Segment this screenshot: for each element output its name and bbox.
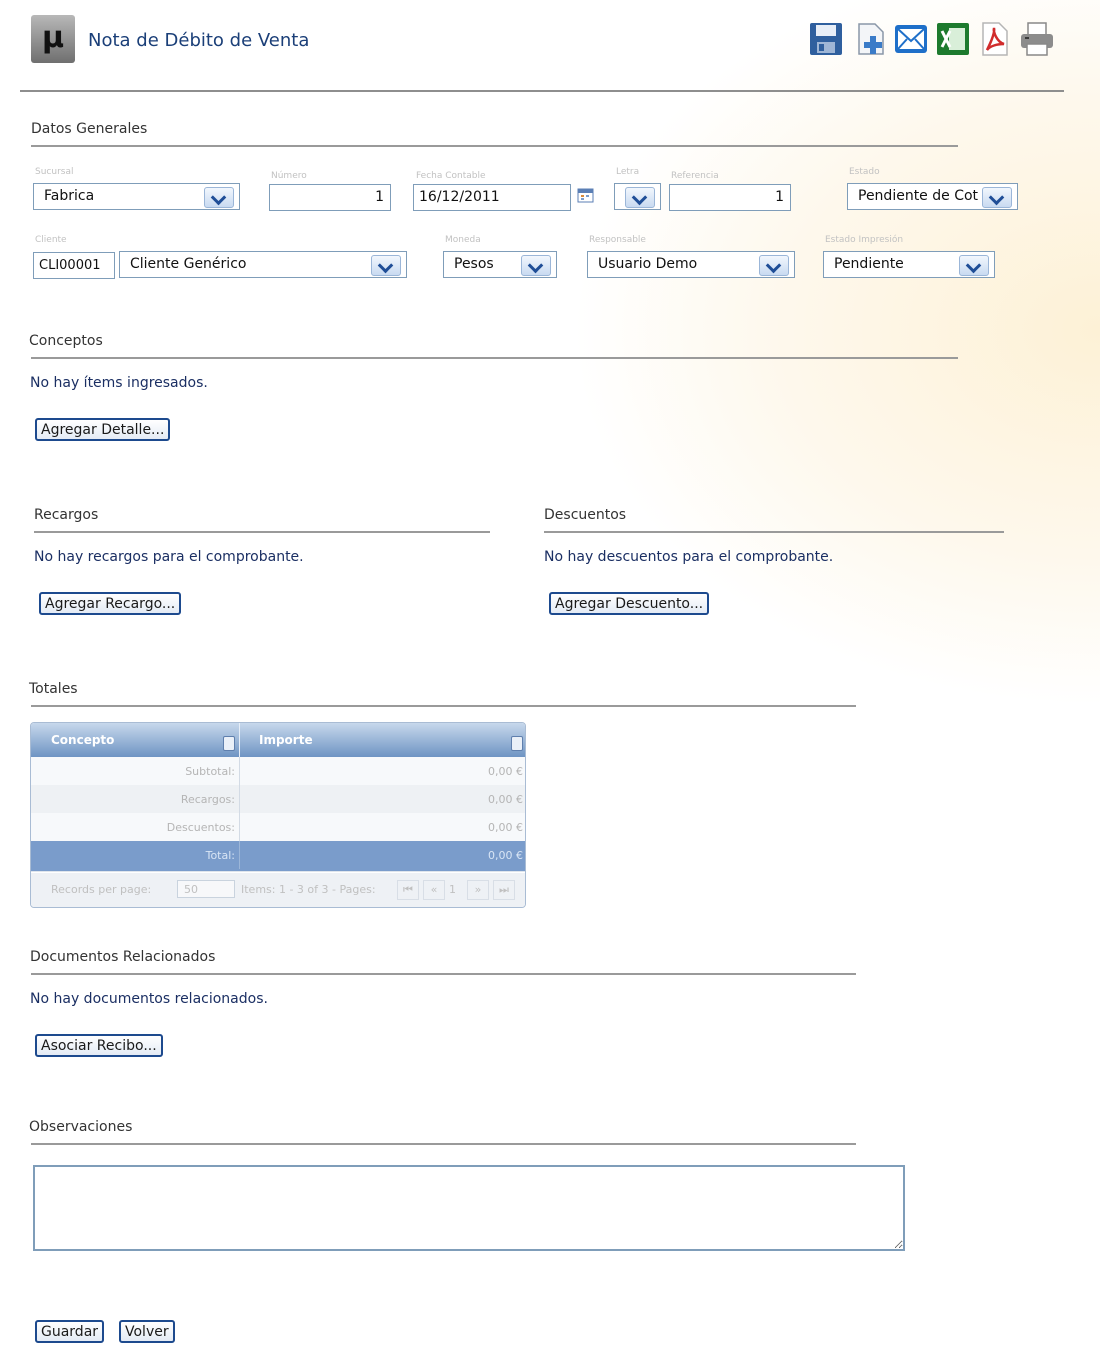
column-header-importe[interactable]: Importe xyxy=(259,733,313,747)
chevron-down-icon[interactable] xyxy=(521,255,551,276)
agregar-recargo-button[interactable]: Agregar Recargo... xyxy=(39,592,182,615)
estado-select[interactable]: Pendiente de Cot xyxy=(847,183,1018,210)
grid-pager: Records per page: 50 Items: 1 - 3 of 3 -… xyxy=(31,873,525,907)
section-title-descuentos: Descuentos xyxy=(544,507,627,523)
responsable-value: Usuario Demo xyxy=(598,256,698,272)
next-page-icon[interactable]: » xyxy=(467,880,489,900)
row-importe: 0,00 € xyxy=(488,793,523,806)
table-row[interactable]: Subtotal: 0,00 € xyxy=(31,757,525,786)
table-row[interactable]: Recargos: 0,00 € xyxy=(31,785,525,814)
table-row-total[interactable]: Total: 0,00 € xyxy=(31,841,525,872)
row-importe: 0,00 € xyxy=(488,821,523,834)
chevron-down-icon[interactable] xyxy=(371,255,401,276)
chevron-down-icon[interactable] xyxy=(204,187,234,208)
records-per-page-select[interactable]: 50 xyxy=(177,880,235,898)
calendar-icon[interactable] xyxy=(577,187,594,203)
estado-impresion-select[interactable]: Pendiente xyxy=(823,251,995,278)
estado-value: Pendiente de Cot xyxy=(858,188,979,204)
section-title-observaciones: Observaciones xyxy=(29,1119,133,1135)
estado-label: Estado xyxy=(849,167,880,177)
section-divider xyxy=(31,145,958,147)
first-page-icon[interactable]: ⏮ xyxy=(397,880,419,900)
observaciones-textarea[interactable] xyxy=(33,1165,905,1251)
chevron-down-icon[interactable] xyxy=(759,255,789,276)
section-title-conceptos: Conceptos xyxy=(29,333,103,349)
pager-range: Items: 1 - 3 of 3 - Pages: xyxy=(241,883,376,896)
row-importe: 0,00 € xyxy=(488,765,523,778)
cliente-code-field[interactable]: CLI00001 xyxy=(33,252,115,279)
moneda-label: Moneda xyxy=(445,235,481,245)
guardar-button[interactable]: Guardar xyxy=(35,1320,105,1343)
section-title-recargos: Recargos xyxy=(34,507,99,523)
previous-page-icon[interactable]: « xyxy=(423,880,445,900)
page-title: Nota de Débito de Venta xyxy=(88,30,310,51)
section-title-datos-generales: Datos Generales xyxy=(31,121,148,137)
section-divider xyxy=(34,531,490,533)
estado-impresion-label: Estado Impresión xyxy=(825,235,904,245)
row-importe: 0,00 € xyxy=(488,849,523,862)
documentos-empty-message: No hay documentos relacionados. xyxy=(30,991,268,1007)
sort-icon[interactable] xyxy=(223,736,235,751)
sucursal-value: Fabrica xyxy=(44,188,95,204)
estado-impresion-value: Pendiente xyxy=(834,256,904,272)
totales-grid: Concepto Importe Subtotal: 0,00 € Recarg… xyxy=(30,722,526,908)
excel-icon[interactable] xyxy=(935,20,971,58)
section-divider xyxy=(31,973,856,975)
chevron-down-icon[interactable] xyxy=(625,187,655,208)
column-divider xyxy=(239,723,240,757)
section-divider xyxy=(31,357,958,359)
numero-field[interactable]: 1 xyxy=(269,184,391,211)
responsable-label: Responsable xyxy=(589,235,646,245)
moneda-select[interactable]: Pesos xyxy=(443,251,557,278)
pdf-icon[interactable] xyxy=(977,20,1013,58)
records-per-page-label: Records per page: xyxy=(51,883,152,896)
row-concepto: Recargos: xyxy=(180,793,235,806)
section-divider xyxy=(31,705,856,707)
cliente-value: Cliente Genérico xyxy=(130,256,247,272)
section-title-documentos: Documentos Relacionados xyxy=(30,949,216,965)
section-divider xyxy=(31,1143,856,1145)
last-page-icon[interactable]: ⏭ xyxy=(493,880,515,900)
fecha-field[interactable]: 16/12/2011 xyxy=(413,184,571,211)
recargos-empty-message: No hay recargos para el comprobante. xyxy=(34,549,304,565)
save-icon[interactable] xyxy=(808,20,844,58)
moneda-value: Pesos xyxy=(454,256,494,272)
referencia-field[interactable]: 1 xyxy=(669,184,791,211)
sort-icon[interactable] xyxy=(511,736,523,751)
row-concepto: Subtotal: xyxy=(185,765,235,778)
chevron-down-icon[interactable] xyxy=(982,187,1012,208)
descuentos-empty-message: No hay descuentos para el comprobante. xyxy=(544,549,834,565)
chevron-down-icon[interactable] xyxy=(959,255,989,276)
conceptos-empty-message: No hay ítems ingresados. xyxy=(30,375,208,391)
section-divider xyxy=(544,531,1004,533)
table-row[interactable]: Descuentos: 0,00 € xyxy=(31,813,525,842)
responsable-select[interactable]: Usuario Demo xyxy=(587,251,795,278)
column-header-concepto[interactable]: Concepto xyxy=(51,733,114,747)
app-logo: µ xyxy=(31,15,75,63)
letra-select[interactable] xyxy=(614,183,661,210)
current-page[interactable]: 1 xyxy=(449,883,456,896)
numero-label: Número xyxy=(271,171,307,181)
section-title-totales: Totales xyxy=(29,681,78,697)
letra-label: Letra xyxy=(616,167,640,177)
asociar-recibo-button[interactable]: Asociar Recibo... xyxy=(35,1034,163,1057)
cliente-label: Cliente xyxy=(35,235,67,245)
sucursal-label: Sucursal xyxy=(35,167,74,177)
agregar-descuento-button[interactable]: Agregar Descuento... xyxy=(549,592,710,615)
sucursal-select[interactable]: Fabrica xyxy=(33,183,240,210)
cliente-select[interactable]: Cliente Genérico xyxy=(119,251,407,278)
print-icon[interactable] xyxy=(1019,20,1055,58)
volver-button[interactable]: Volver xyxy=(119,1320,175,1343)
new-document-icon[interactable] xyxy=(853,20,889,58)
header-divider xyxy=(20,90,1064,92)
row-concepto: Descuentos: xyxy=(166,821,235,834)
fecha-label: Fecha Contable xyxy=(416,171,486,181)
grid-header: Concepto Importe xyxy=(31,723,525,757)
agregar-detalle-button[interactable]: Agregar Detalle... xyxy=(35,418,171,441)
row-concepto: Total: xyxy=(205,849,235,862)
email-icon[interactable] xyxy=(893,20,929,58)
referencia-label: Referencia xyxy=(671,171,719,181)
